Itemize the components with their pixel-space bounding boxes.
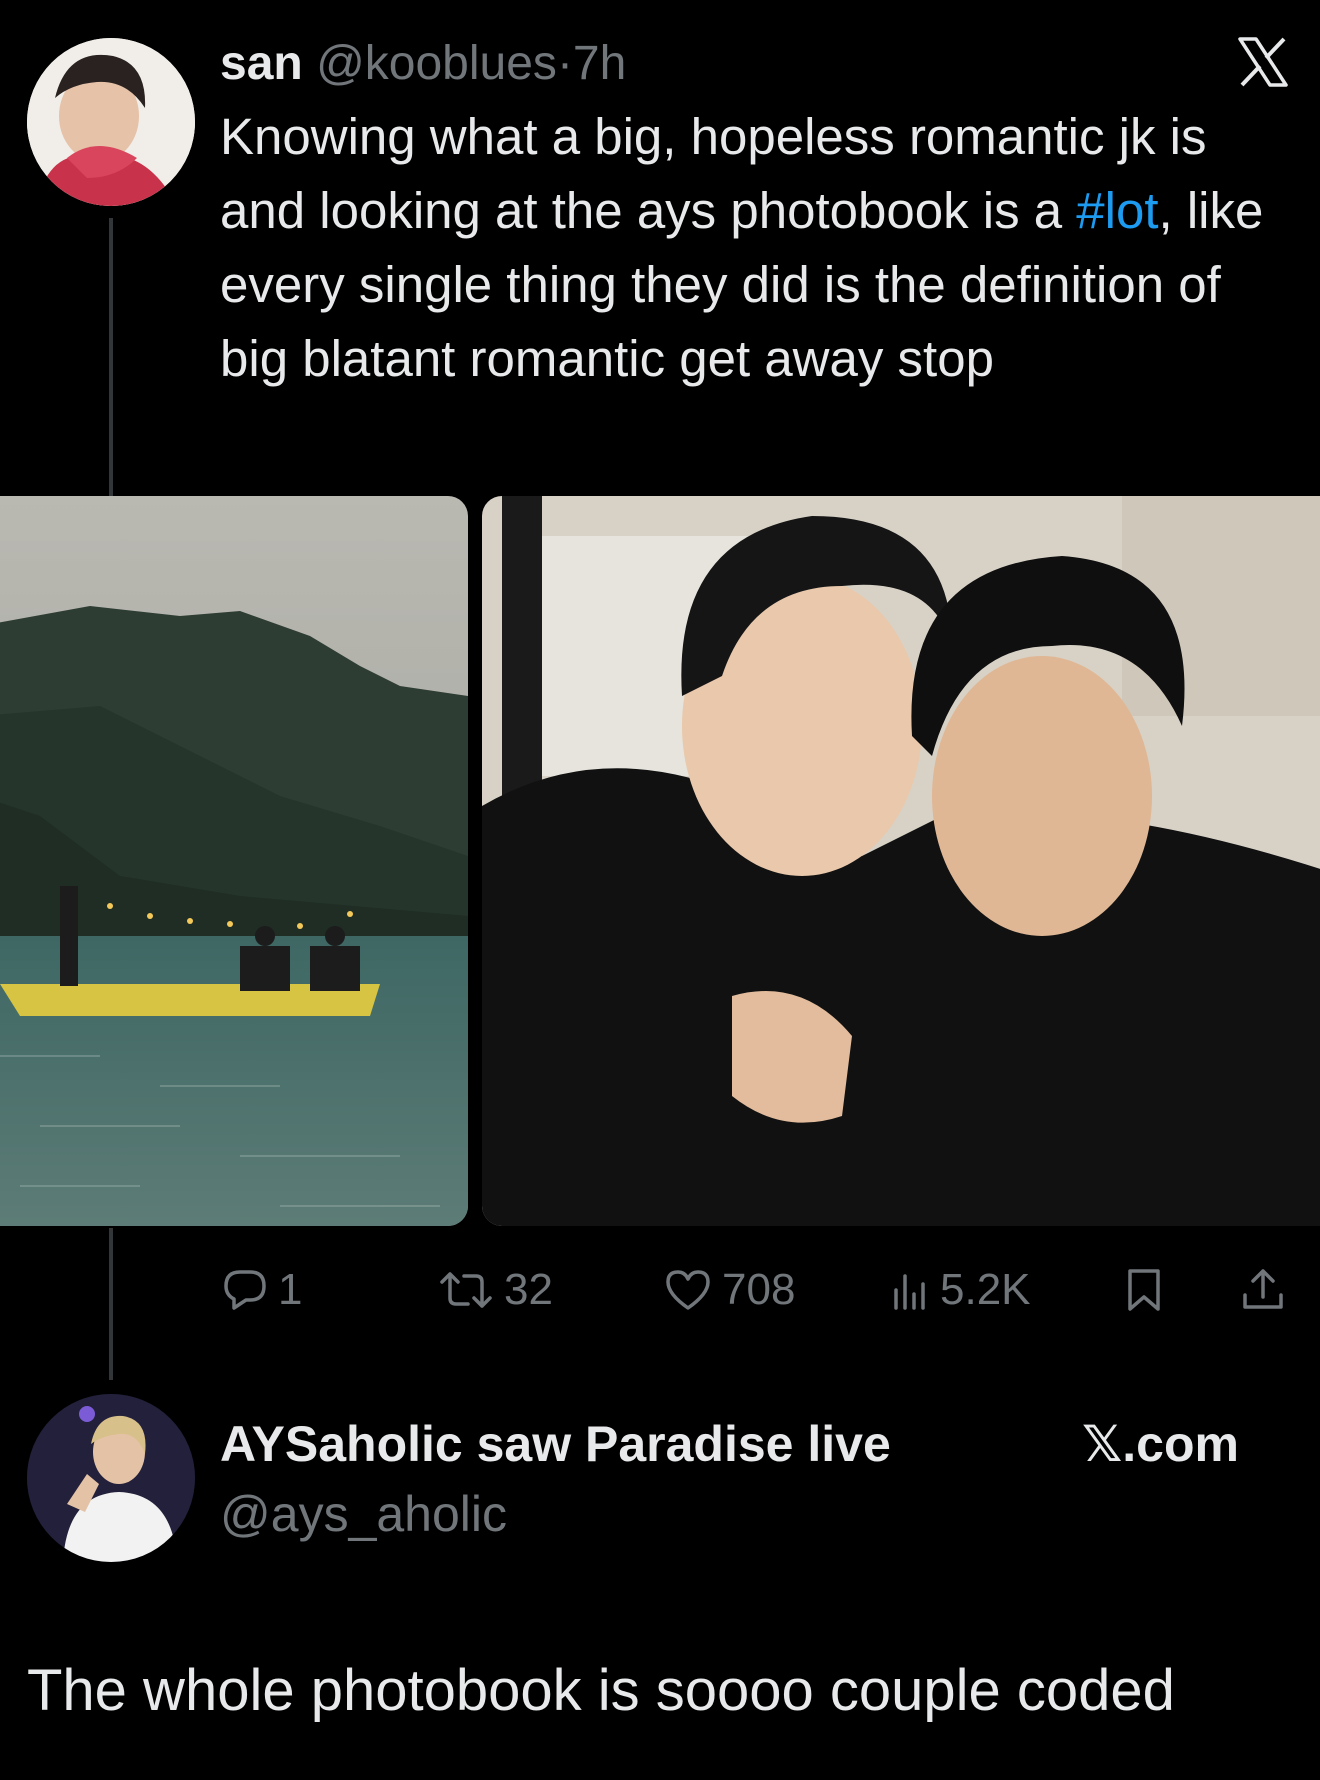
hashtag-link[interactable]: #lot <box>1076 182 1158 239</box>
reply-count: 1 <box>278 1265 303 1314</box>
views-button[interactable]: 5.2K <box>890 1250 1031 1330</box>
like-button[interactable]: 708 <box>664 1250 795 1330</box>
photo-two-people[interactable] <box>482 496 1320 1226</box>
tweet-text: Knowing what a big, hopeless romantic jk… <box>220 100 1300 396</box>
reply-author-name[interactable]: AYSaholic saw Paradise live <box>220 1414 891 1474</box>
bookmark-button[interactable] <box>1124 1250 1164 1330</box>
retweet-count: 32 <box>504 1265 553 1314</box>
author-avatar[interactable] <box>27 38 195 206</box>
share-icon <box>1243 1269 1283 1309</box>
thread-line-top <box>109 218 113 496</box>
views-icon <box>894 1274 925 1310</box>
reply-author-handle[interactable]: @ays_aholic <box>220 1484 507 1544</box>
author-name[interactable]: san <box>220 37 303 90</box>
retweet-icon <box>440 1272 492 1308</box>
tweet-header: san @kooblues·7h <box>220 34 626 94</box>
views-count: 5.2K <box>940 1265 1031 1314</box>
reply-text: The whole photobook is soooo couple code… <box>27 1658 1175 1723</box>
share-button[interactable] <box>1240 1250 1286 1330</box>
bookmark-icon <box>1128 1269 1160 1311</box>
reply-button[interactable]: 1 <box>222 1250 302 1330</box>
reply-author-avatar[interactable] <box>27 1394 195 1562</box>
reply-avatar-image <box>27 1394 195 1562</box>
author-avatar-image <box>27 38 195 206</box>
author-handle[interactable]: @kooblues <box>316 37 557 90</box>
tweet-actions: 1 32 708 5.2K <box>0 1250 1320 1330</box>
heart-icon <box>666 1270 710 1310</box>
x-logo-icon <box>1237 37 1289 87</box>
reply-icon <box>224 1270 266 1310</box>
tweet-time[interactable]: 7h <box>573 37 626 90</box>
photo-lake-boat[interactable] <box>0 496 468 1226</box>
retweet-button[interactable]: 32 <box>438 1250 553 1330</box>
header-separator: · <box>556 37 573 90</box>
tweet-text-start: Knowing what a big, hopeless romantic jk… <box>220 108 1207 239</box>
like-count: 708 <box>722 1265 796 1314</box>
brand-label: 𝕏.com <box>1082 1416 1239 1472</box>
